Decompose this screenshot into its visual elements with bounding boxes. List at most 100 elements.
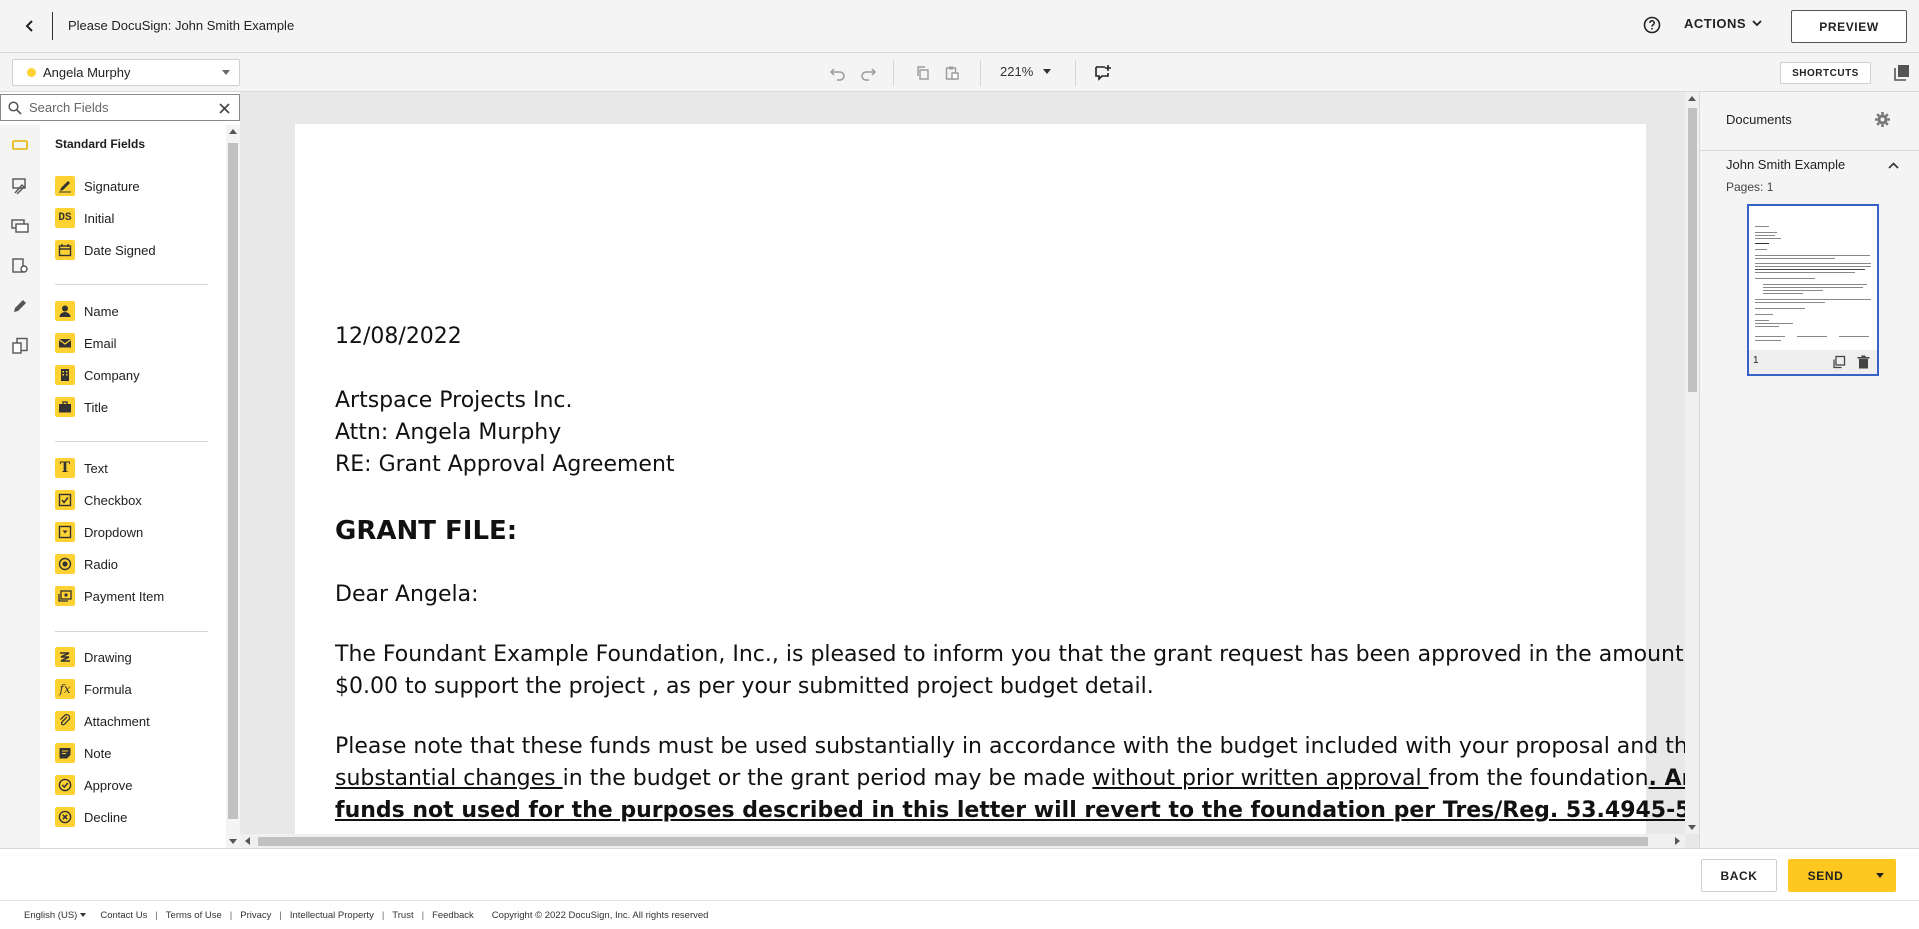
zoom-select[interactable]: 221% <box>1000 64 1052 79</box>
trash-icon[interactable] <box>1855 354 1871 370</box>
recipient-select[interactable]: Angela Murphy <box>12 59 240 86</box>
field-text[interactable]: T Text <box>55 457 108 479</box>
field-formula[interactable]: fx Formula <box>55 678 132 700</box>
templates-tab-icon[interactable] <box>10 336 30 356</box>
redo-icon[interactable] <box>857 62 879 84</box>
scroll-left-icon[interactable] <box>245 837 250 845</box>
field-label: Email <box>84 335 117 351</box>
scroll-down-icon[interactable] <box>1688 825 1696 830</box>
footer-link-terms-of-use[interactable]: Terms of Use <box>166 910 222 921</box>
thumbnail-text-line <box>1755 336 1785 337</box>
page-thumbnail[interactable]: 1 <box>1747 204 1879 376</box>
preview-button[interactable]: PREVIEW <box>1791 10 1907 43</box>
footer-link-trust[interactable]: Trust <box>392 910 413 921</box>
back-button[interactable]: BACK <box>1701 859 1777 892</box>
thumbnail-text-line <box>1755 326 1779 327</box>
close-icon[interactable] <box>217 101 231 115</box>
thumbnail-text-line <box>1755 226 1769 227</box>
footer-link-intellectual-property[interactable]: Intellectual Property <box>290 910 374 921</box>
field-company[interactable]: Company <box>55 364 140 386</box>
search-input[interactable] <box>29 100 209 115</box>
undo-icon[interactable] <box>827 62 849 84</box>
field-drawing[interactable]: Drawing <box>55 646 132 668</box>
send-button[interactable]: SEND <box>1788 859 1896 892</box>
help-icon[interactable] <box>1642 15 1662 35</box>
footer-separator: | <box>155 909 158 921</box>
language-select[interactable]: English (US) <box>24 910 87 921</box>
scrollbar-thumb[interactable] <box>1688 108 1697 392</box>
thumbnail-text-line <box>1755 272 1855 273</box>
thumbnail-footer: 1 <box>1749 350 1877 374</box>
field-date-signed[interactable]: Date Signed <box>55 239 156 261</box>
footer-link-contact-us[interactable]: Contact Us <box>100 910 147 921</box>
footer-link-privacy[interactable]: Privacy <box>240 910 271 921</box>
footer-separator: | <box>229 909 233 921</box>
thumbnail-text-line <box>1755 249 1767 250</box>
toolbar-divider <box>980 60 981 86</box>
doc-company: Artspace Projects Inc. <box>335 388 573 413</box>
stacked-fields-tab-icon[interactable] <box>10 216 30 236</box>
thumbnail-text-line <box>1755 266 1871 267</box>
pencil-icon[interactable] <box>10 296 30 316</box>
canvas-horizontal-scrollbar[interactable] <box>240 834 1685 848</box>
duplicate-page-icon[interactable] <box>1831 354 1847 370</box>
standard-fields-tab-icon[interactable] <box>10 135 30 155</box>
field-initial[interactable]: DS Initial <box>55 207 114 229</box>
footer-separator: | <box>279 909 282 921</box>
thumbnail-text-line <box>1797 336 1827 337</box>
field-dropdown[interactable]: Dropdown <box>55 521 143 543</box>
envelope-icon <box>55 333 75 353</box>
send-options-button[interactable] <box>1863 859 1896 892</box>
actions-menu-button[interactable]: ACTIONS <box>1684 16 1762 31</box>
dropdown-icon <box>55 522 75 542</box>
thumbnail-text-line <box>1755 278 1815 279</box>
document-name[interactable]: John Smith Example <box>1726 157 1845 172</box>
pages-panel-icon[interactable] <box>1892 62 1912 82</box>
field-attachment[interactable]: Attachment <box>55 710 150 732</box>
doc-underlined-text: substantial changes <box>335 766 563 791</box>
field-title[interactable]: Title <box>55 396 108 418</box>
scroll-up-icon[interactable] <box>229 129 237 134</box>
field-radio[interactable]: Radio <box>55 553 118 575</box>
footer-link-feedback[interactable]: Feedback <box>432 910 474 921</box>
signer-fields-tab-icon[interactable] <box>10 176 30 196</box>
scrollbar-thumb[interactable] <box>228 143 238 819</box>
field-decline[interactable]: Decline <box>55 806 127 828</box>
custom-fields-tab-icon[interactable] <box>10 256 30 276</box>
doc-paragraph-2-line-1: Please note that these funds must be use… <box>335 734 1699 759</box>
doc-date: 12/08/2022 <box>335 324 462 349</box>
scroll-right-icon[interactable] <box>1675 837 1680 845</box>
field-note[interactable]: Note <box>55 742 111 764</box>
thumbnail-text-line <box>1755 299 1871 300</box>
add-comment-icon[interactable] <box>1092 62 1114 84</box>
document-page[interactable]: 12/08/2022 Artspace Projects Inc. Attn: … <box>295 124 1699 848</box>
back-arrow-icon[interactable] <box>20 14 40 38</box>
field-signature[interactable]: Signature <box>55 175 140 197</box>
field-approve[interactable]: Approve <box>55 774 132 796</box>
fields-divider <box>55 441 208 442</box>
thumbnail-text-line <box>1755 314 1773 315</box>
field-label: Payment Item <box>84 588 165 604</box>
envelope-title: Please DocuSign: John Smith Example <box>68 18 295 33</box>
scrollbar-thumb[interactable] <box>258 837 1648 846</box>
chevron-up-icon[interactable] <box>1886 158 1900 172</box>
canvas-vertical-scrollbar[interactable] <box>1685 92 1699 834</box>
thumbnail-text-line <box>1755 269 1865 270</box>
field-payment-item[interactable]: Payment Item <box>55 585 164 607</box>
copy-icon[interactable] <box>912 62 934 84</box>
field-checkbox[interactable]: Checkbox <box>55 489 142 511</box>
scroll-up-icon[interactable] <box>1688 96 1696 101</box>
field-label: Date Signed <box>84 242 156 258</box>
briefcase-icon <box>55 397 75 417</box>
approve-icon <box>55 775 75 795</box>
doc-re: RE: Grant Approval Agreement <box>335 452 675 477</box>
fields-scrollbar[interactable] <box>226 125 240 848</box>
drawing-icon <box>55 647 75 667</box>
gear-icon[interactable] <box>1873 110 1891 128</box>
field-name[interactable]: Name <box>55 300 119 322</box>
field-category-rail <box>0 125 40 848</box>
scroll-down-icon[interactable] <box>229 839 237 844</box>
shortcuts-button[interactable]: SHORTCUTS <box>1780 62 1871 84</box>
paste-icon[interactable] <box>941 62 963 84</box>
field-email[interactable]: Email <box>55 332 117 354</box>
